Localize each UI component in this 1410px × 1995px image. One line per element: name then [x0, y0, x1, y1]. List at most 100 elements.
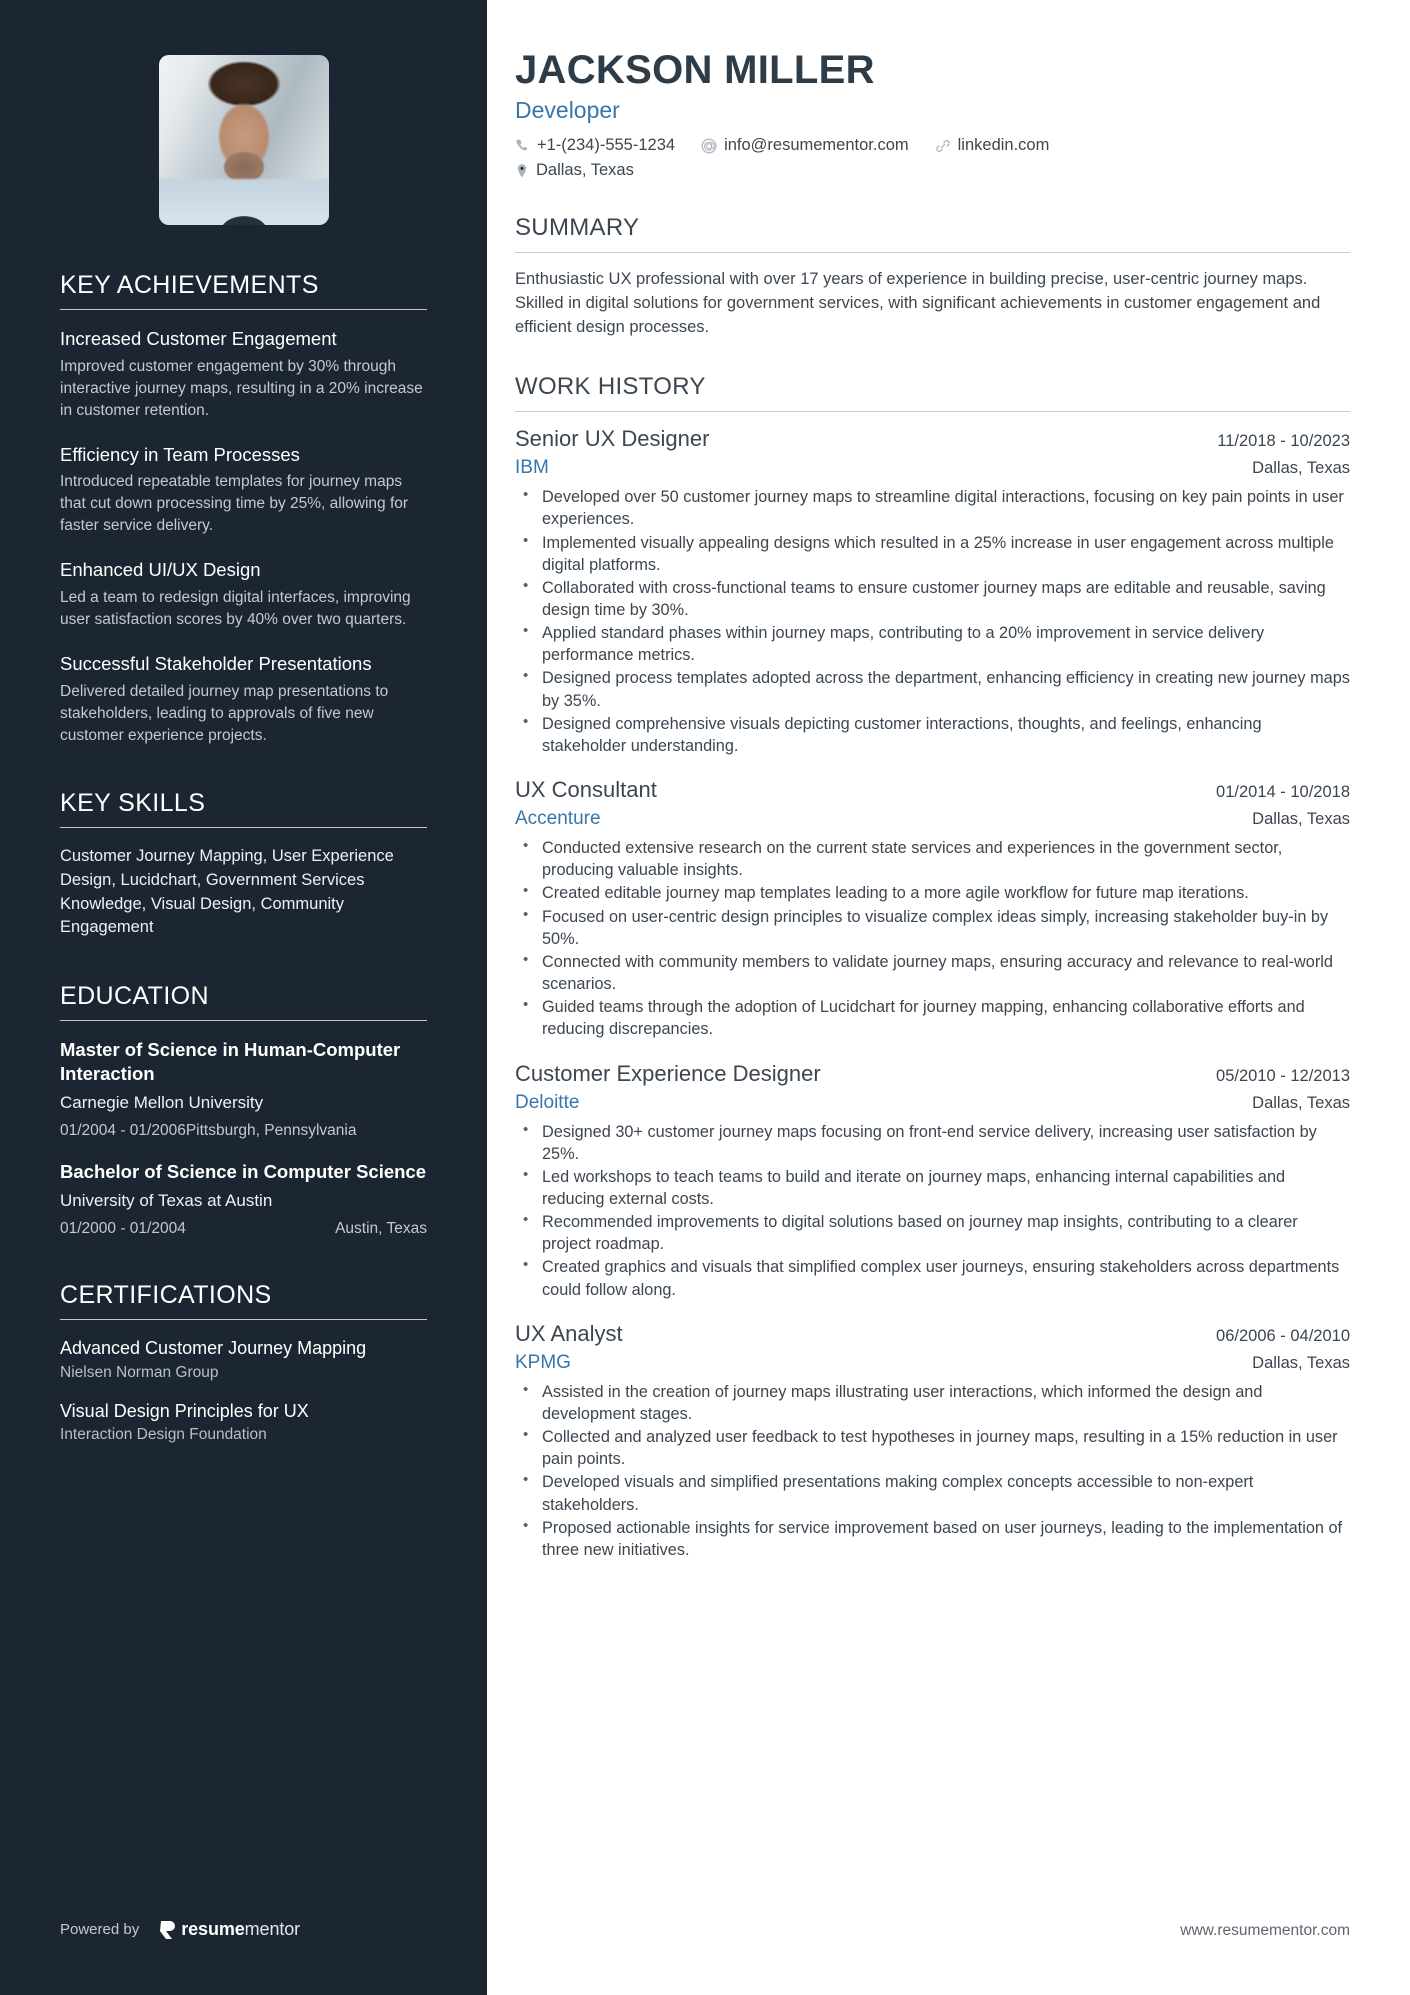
section-certifications: CERTIFICATIONS Advanced Customer Journey…: [60, 1281, 427, 1444]
contact-phone[interactable]: +1-(234)-555-1234: [515, 136, 675, 155]
certification-name: Visual Design Principles for UX: [60, 1400, 309, 1421]
achievement-title: Efficiency in Team Processes: [60, 443, 300, 465]
section-key-skills: KEY SKILLS Customer Journey Mapping, Use…: [60, 789, 427, 941]
job-title: Customer Experience Designer: [515, 1060, 821, 1086]
achievement-title: Successful Stakeholder Presentations: [60, 653, 372, 675]
contact-link[interactable]: linkedin.com: [935, 136, 1050, 155]
job-location: Dallas, Texas: [1252, 1353, 1350, 1372]
work-bullet: Proposed actionable insights for service…: [515, 1516, 1350, 1561]
contact-text: Dallas, Texas: [536, 161, 634, 179]
key-skills-text: Customer Journey Mapping, User Experienc…: [60, 846, 394, 937]
email-icon: [701, 138, 717, 154]
job-location: Dallas, Texas: [1252, 810, 1350, 829]
education-location: Austin, Texas: [335, 1219, 427, 1237]
job-location: Dallas, Texas: [1252, 459, 1350, 478]
work-bullet: Collected and analyzed user feedback to …: [515, 1425, 1350, 1470]
work-history-item: UX Analyst 06/2006 - 04/2010 KPMG Dallas, T…: [515, 1321, 1350, 1561]
job-header-row: Customer Experience Designer 05/2010 - 12…: [515, 1061, 1350, 1087]
job-header-row: UX Analyst 06/2006 - 04/2010: [515, 1321, 1350, 1347]
powered-by: Powered by resumementor: [60, 1919, 300, 1940]
resumementor-logo[interactable]: resumementor: [159, 1919, 300, 1940]
resumementor-wordmark: resumementor: [181, 1919, 301, 1939]
job-meta-row: Deloitte Dallas, Texas: [515, 1092, 1350, 1114]
work-bullet: Collaborated with cross-functional teams…: [515, 576, 1350, 621]
section-education: EDUCATION Master of Science in Human-Com…: [60, 982, 427, 1239]
achievement-description: Led a team to redesign digital interface…: [60, 589, 411, 629]
location-icon: [515, 163, 529, 179]
job-dates: 06/2006 - 04/2010: [1216, 1326, 1350, 1345]
education-meta: 01/2000 - 01/2004 Austin, Texas: [60, 1218, 427, 1239]
job-bullet-list: Assisted in the creation of journey maps…: [515, 1380, 1350, 1561]
job-role-subtitle: Developer: [515, 97, 620, 123]
work-bullet: Led workshops to teach teams to build an…: [515, 1165, 1350, 1210]
contact-text: +1-(234)-555-1234: [537, 136, 676, 154]
achievement-item: Efficiency in Team Processes Introduced r…: [60, 443, 427, 538]
link-icon: [935, 138, 951, 154]
work-bullet: Developed visuals and simplified present…: [515, 1470, 1350, 1515]
job-header-row: Senior UX Designer 11/2018 - 10/2023: [515, 426, 1350, 452]
job-title: Senior UX Designer: [515, 426, 710, 452]
work-bullet: Guided teams through the adoption of Luc…: [515, 995, 1350, 1040]
achievement-item: Successful Stakeholder Presentations Deli…: [60, 652, 427, 747]
education-dates: 01/2004 - 01/2006: [60, 1121, 186, 1139]
footer-website: www.resumementor.com: [1180, 1922, 1350, 1939]
profile-photo: [158, 55, 329, 225]
job-dates: 01/2014 - 10/2018: [1216, 783, 1350, 802]
work-bullet: Focused on user-centric design principle…: [515, 905, 1350, 950]
achievement-description: Introduced repeatable templates for jour…: [60, 473, 409, 535]
certification-item: Advanced Customer Journey Mapping Nielsen…: [60, 1337, 427, 1381]
job-meta-row: IBM Dallas, Texas: [515, 457, 1350, 479]
achievement-item: Enhanced UI/UX Design Led a team to redes…: [60, 558, 427, 631]
job-company[interactable]: KPMG: [515, 1352, 571, 1374]
job-bullet-list: Conducted extensive research on the curr…: [515, 836, 1350, 1040]
contact-list: +1-(234)-555-1234 info@resumementor.com li…: [515, 136, 1155, 180]
job-location: Dallas, Texas: [1252, 1093, 1350, 1112]
job-dates: 11/2018 - 10/2023: [1217, 432, 1350, 451]
work-bullet: Assisted in the creation of journey maps…: [515, 1380, 1350, 1425]
achievement-item: Increased Customer Engagement Improved cu…: [60, 327, 427, 422]
job-meta-row: Accenture Dallas, Texas: [515, 808, 1350, 830]
work-bullet: Recommended improvements to digital solu…: [515, 1210, 1350, 1255]
key-achievements-list: Increased Customer Engagement Improved cu…: [60, 327, 427, 747]
summary-text: Enthusiastic UX professional with over 1…: [515, 270, 1321, 337]
key-achievements-heading: KEY ACHIEVEMENTS: [60, 271, 427, 310]
work-bullet: Designed comprehensive visuals depicting…: [515, 712, 1350, 757]
work-bullet: Implemented visually appealing designs w…: [515, 531, 1350, 576]
page-title: JACKSON MILLER: [515, 48, 875, 92]
education-degree: Master of Science in Human-Computer Inte…: [60, 1039, 401, 1085]
work-history-heading: WORK HISTORY: [515, 373, 1350, 413]
job-company[interactable]: Accenture: [515, 808, 601, 830]
resumementor-mark-icon: [159, 1920, 176, 1940]
summary-heading: SUMMARY: [515, 214, 1350, 253]
resume-page: KEY ACHIEVEMENTS Increased Customer Enga…: [0, 0, 1410, 1995]
certifications-heading: CERTIFICATIONS: [60, 1281, 427, 1321]
job-dates: 05/2010 - 12/2013: [1216, 1066, 1350, 1085]
contact-location[interactable]: Dallas, Texas: [515, 161, 1155, 180]
contact-text: linkedin.com: [957, 136, 1050, 154]
work-history-item: Senior UX Designer 11/2018 - 10/2023 IBM Da…: [515, 426, 1350, 757]
certification-name: Advanced Customer Journey Mapping: [60, 1338, 367, 1359]
section-summary: SUMMARY Enthusiastic UX professional wit…: [515, 214, 1350, 339]
work-history-item: UX Consultant 01/2014 - 10/2018 Accenture D…: [515, 777, 1350, 1040]
work-bullet: Connected with community members to vali…: [515, 950, 1350, 995]
certification-item: Visual Design Principles for UX Interacti…: [60, 1400, 427, 1444]
job-company[interactable]: IBM: [515, 457, 549, 479]
contact-text: info@resumementor.com: [724, 136, 909, 154]
achievement-title: Increased Customer Engagement: [60, 328, 337, 349]
contact-email[interactable]: info@resumementor.com: [701, 136, 909, 155]
education-degree: Bachelor of Science in Computer Science: [60, 1161, 426, 1183]
sidebar: KEY ACHIEVEMENTS Increased Customer Enga…: [0, 0, 487, 1995]
job-header-row: UX Consultant 01/2014 - 10/2018: [515, 777, 1350, 803]
work-bullet: Designed process templates adopted acros…: [515, 666, 1350, 711]
education-item: Master of Science in Human-Computer Inte…: [60, 1038, 427, 1141]
achievement-description: Delivered detailed journey map presentat…: [60, 682, 389, 744]
education-dates: 01/2000 - 01/2004: [60, 1219, 186, 1237]
education-item: Bachelor of Science in Computer Science U…: [60, 1160, 427, 1239]
certification-issuer: Nielsen Norman Group: [60, 1363, 219, 1381]
achievement-title: Enhanced UI/UX Design: [60, 559, 261, 581]
work-history-list: Senior UX Designer 11/2018 - 10/2023 IBM Da…: [515, 426, 1350, 1561]
job-company[interactable]: Deloitte: [515, 1092, 579, 1114]
education-school: University of Texas at Austin: [60, 1190, 273, 1210]
job-bullet-list: Designed 30+ customer journey maps focus…: [515, 1120, 1350, 1301]
work-bullet: Created editable journey map templates l…: [515, 881, 1350, 904]
